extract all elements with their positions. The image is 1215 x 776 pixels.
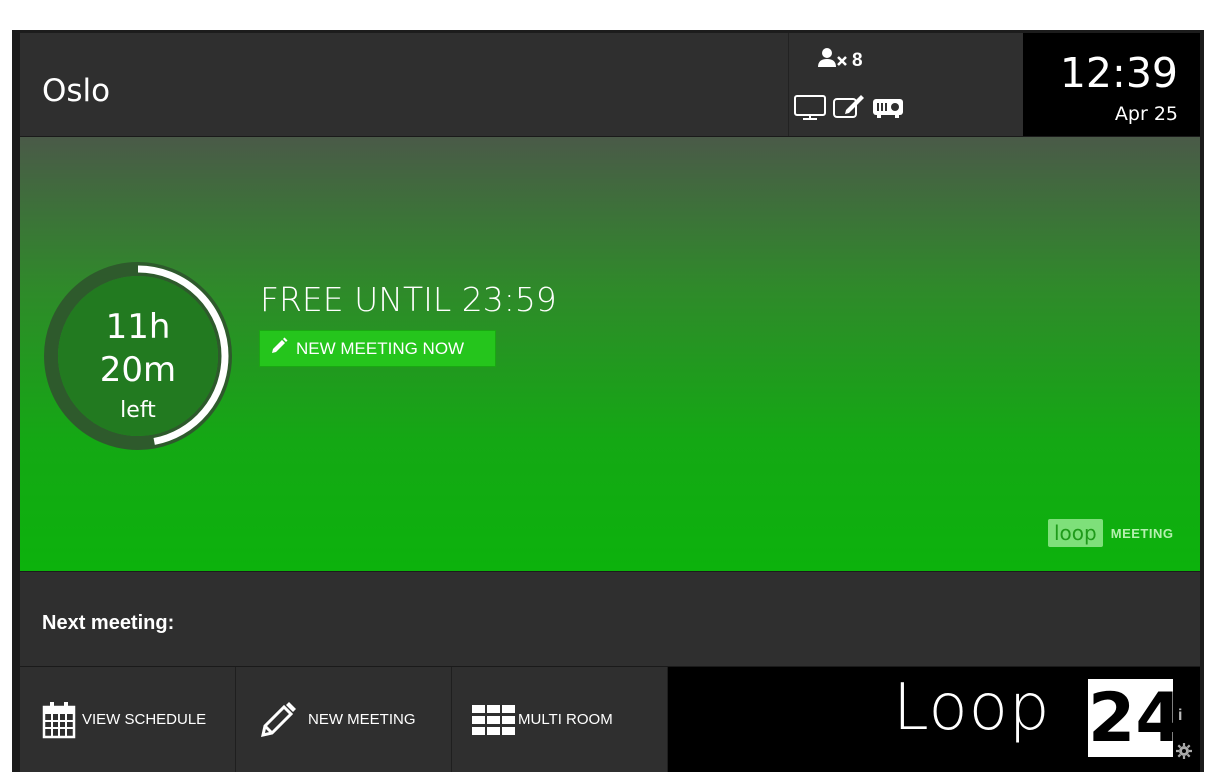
new-meeting-button[interactable]: NEW MEETING <box>236 667 452 772</box>
info-icon[interactable]: i <box>1178 707 1182 725</box>
loop24-brand: Loop 24 i <box>668 667 1200 772</box>
loop-meeting-logo-meeting: MEETING <box>1110 525 1174 541</box>
room-status-panel: 11h 20m left FREE UNTIL 23:59 NEW MEETIN… <box>20 137 1200 571</box>
header: Oslo 8 12:39 Apr 25 <box>20 33 1200 137</box>
next-meeting-panel: Next meeting: <box>20 572 1200 667</box>
pencil-icon <box>260 701 296 738</box>
time-left-hours: 11h <box>105 307 171 347</box>
calendar-icon <box>42 701 76 739</box>
app-frame: Oslo 8 12:39 Apr 25 11h 20m left FREE UN… <box>12 30 1204 772</box>
loop24-logo-loop: Loop <box>893 671 1051 745</box>
loop-meeting-logo-loop: loop <box>1048 519 1103 547</box>
projector-icon <box>871 93 905 126</box>
room-name: Oslo <box>42 73 111 109</box>
status-title: FREE UNTIL 23:59 <box>260 280 557 319</box>
clock-time: 12:39 <box>1059 49 1178 97</box>
bottom-bar: VIEW SCHEDULE NEW MEETING MULTI ROOM Loo… <box>20 667 1200 772</box>
next-meeting-label: Next meeting: <box>42 612 175 634</box>
gear-icon[interactable] <box>1176 743 1192 764</box>
grid-icon <box>472 704 516 735</box>
multi-room-button[interactable]: MULTI ROOM <box>452 667 668 772</box>
whiteboard-icon <box>832 93 866 126</box>
multi-room-label: MULTI ROOM <box>518 711 613 728</box>
new-meeting-label: NEW MEETING <box>308 711 416 728</box>
loop-meeting-logo: loop MEETING <box>1048 519 1173 547</box>
capacity-count: 8 <box>852 49 863 71</box>
monitor-icon <box>793 93 827 126</box>
room-info: 8 <box>788 33 1023 136</box>
equipment-list <box>793 93 905 126</box>
capacity: 8 <box>818 47 863 74</box>
clock: 12:39 Apr 25 <box>1023 33 1200 136</box>
view-schedule-button[interactable]: VIEW SCHEDULE <box>20 667 236 772</box>
time-left-suffix: left <box>120 398 156 423</box>
view-schedule-label: VIEW SCHEDULE <box>82 711 207 728</box>
person-capacity-icon <box>818 47 848 74</box>
clock-date: Apr 25 <box>1114 103 1178 125</box>
loop24-logo-24: 24 <box>1088 679 1183 758</box>
pencil-icon <box>270 337 288 360</box>
time-left-minutes: 20m <box>99 350 177 390</box>
new-meeting-now-button[interactable]: NEW MEETING NOW <box>259 330 496 367</box>
new-meeting-now-label: NEW MEETING NOW <box>296 338 465 358</box>
